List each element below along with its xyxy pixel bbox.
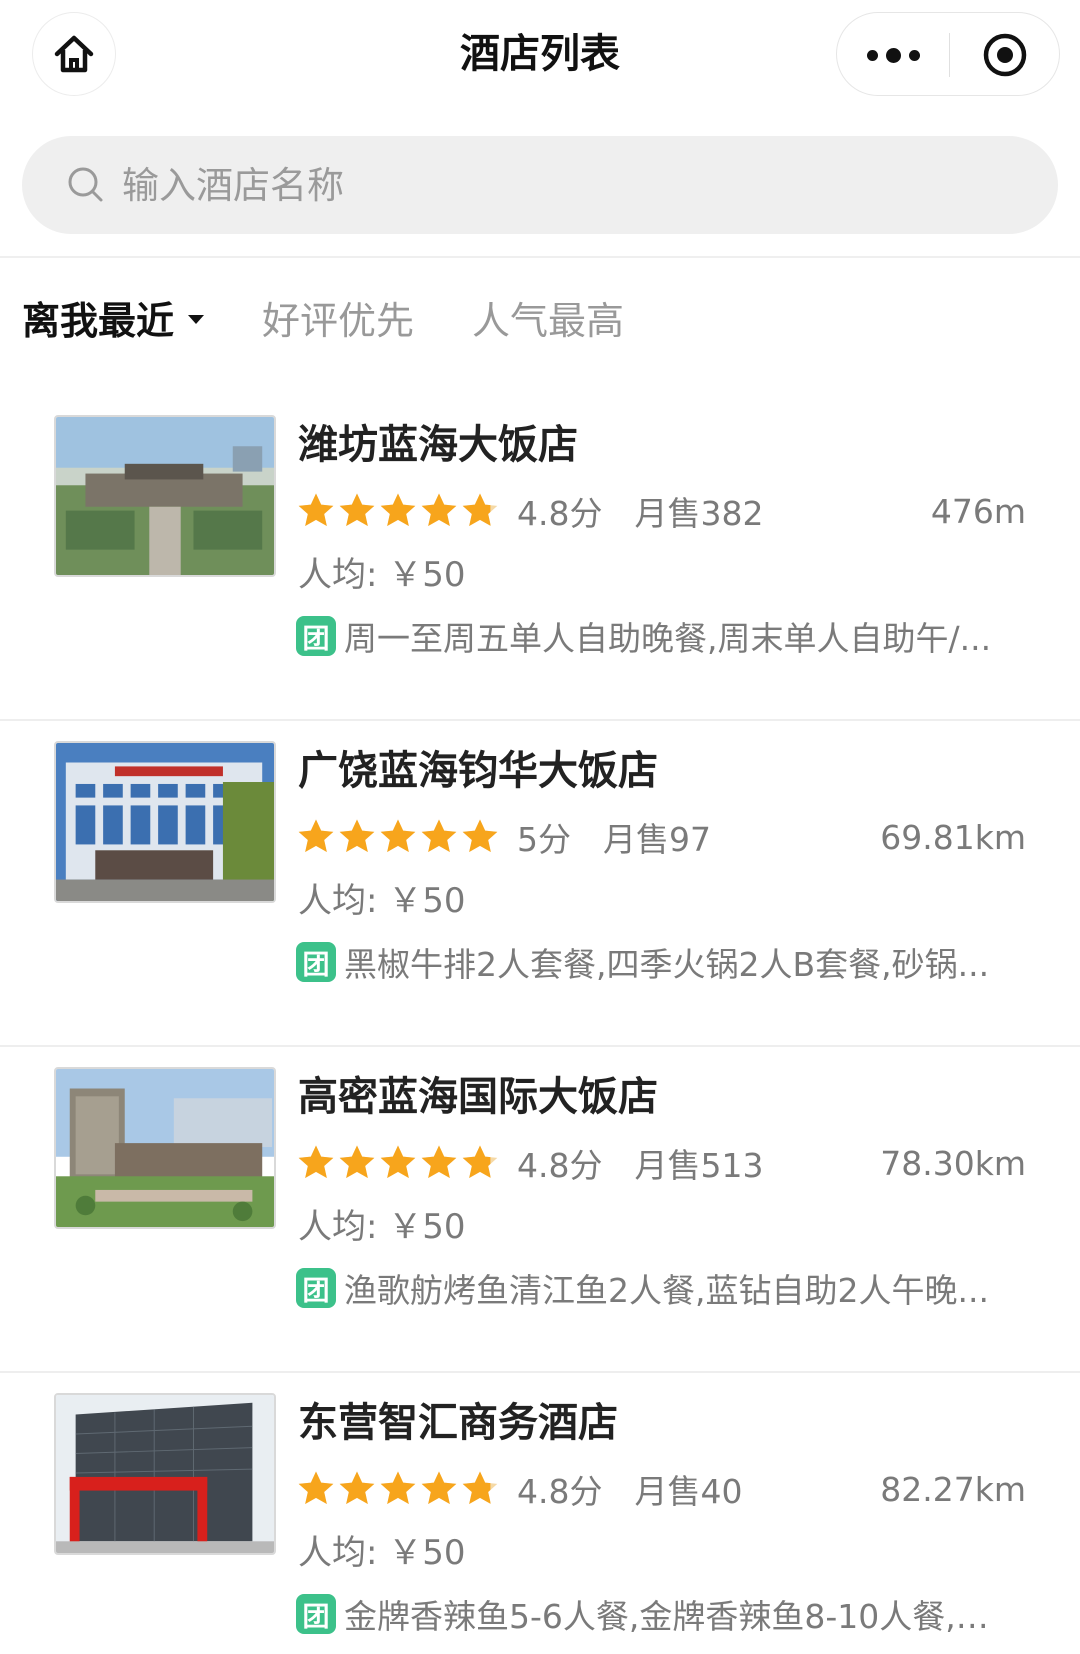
monthly-sales: 月售382 <box>634 494 764 533</box>
hotel-meta-row: 4.8分 月售40 82.27km <box>296 1467 1026 1511</box>
monthly-sales: 月售513 <box>634 1146 764 1185</box>
group-deal: 团 渔歌舫烤鱼清江鱼2人餐,蓝钻自助2人午晚... <box>296 1265 1016 1311</box>
star-rating <box>296 1469 501 1509</box>
star-icon <box>421 1145 457 1178</box>
mini-program-capsule <box>836 12 1060 96</box>
hotel-list: 潍坊蓝海大饭店 4.8分 月售382 476m 人均: ￥50 团 周一至周五单… <box>0 395 1080 1654</box>
more-dots-icon <box>866 49 878 61</box>
hotel-score: 4.8分 <box>517 494 603 533</box>
hotel-photo <box>54 1067 276 1229</box>
distance: 476m <box>930 491 1026 531</box>
search-input[interactable] <box>122 163 1002 207</box>
hotel-list-item[interactable]: 高密蓝海国际大饭店 4.8分 月售513 78.30km 人均: ￥50 团 渔… <box>0 1047 1080 1373</box>
star-icon <box>298 493 334 526</box>
average-price: 人均: ￥50 <box>298 1207 466 1247</box>
star-icon <box>339 1145 375 1178</box>
hotel-meta-row: 5分 月售97 69.81km <box>296 815 1026 859</box>
deal-description: 黑椒牛排2人套餐,四季火锅2人B套餐,砂锅... <box>344 945 990 984</box>
group-deal: 团 周一至周五单人自助晚餐,周末单人自助午/... <box>296 613 1016 659</box>
hotel-score: 4.8分 <box>517 1472 603 1511</box>
tab-top-rated[interactable]: 好评优先 <box>262 290 414 345</box>
star-icon <box>380 819 416 852</box>
star-icon <box>298 819 334 852</box>
nav-bar: 酒店列表 <box>0 0 1080 112</box>
tab-most-popular[interactable]: 人气最高 <box>472 290 624 345</box>
deal-description: 金牌香辣鱼5-6人餐,金牌香辣鱼8-10人餐,炒... <box>344 1597 1014 1636</box>
more-button[interactable] <box>837 13 949 97</box>
hotel-meta-row: 4.8分 月售513 78.30km <box>296 1141 1026 1185</box>
caret-down-icon <box>188 314 205 324</box>
tab-nearest[interactable]: 离我最近 <box>22 290 205 345</box>
deal-description: 周一至周五单人自助晚餐,周末单人自助午/... <box>344 619 992 658</box>
average-price: 人均: ￥50 <box>298 555 466 595</box>
star-icon <box>339 819 375 852</box>
group-buy-badge: 团 <box>296 1594 336 1634</box>
close-mini-program-button[interactable] <box>949 13 1061 97</box>
star-icon <box>380 1471 416 1504</box>
deal-description: 渔歌舫烤鱼清江鱼2人餐,蓝钻自助2人午晚... <box>344 1271 989 1310</box>
hotel-score: 5分 <box>517 820 571 859</box>
hotel-list-item[interactable]: 潍坊蓝海大饭店 4.8分 月售382 476m 人均: ￥50 团 周一至周五单… <box>0 395 1080 721</box>
search-icon <box>66 165 106 205</box>
distance: 78.30km <box>880 1143 1026 1183</box>
search-bar <box>22 136 1058 234</box>
star-icon <box>298 1471 334 1504</box>
sort-tabs: 离我最近 好评优先 人气最高 <box>22 284 682 350</box>
star-icon <box>462 819 498 852</box>
hotel-name: 东营智汇商务酒店 <box>298 1400 618 1446</box>
tab-label: 人气最高 <box>472 298 625 343</box>
hotel-photo <box>54 415 276 577</box>
group-deal: 团 黑椒牛排2人套餐,四季火锅2人B套餐,砂锅... <box>296 939 1016 985</box>
distance: 82.27km <box>880 1469 1026 1509</box>
star-icon <box>380 1145 416 1178</box>
average-price: 人均: ￥50 <box>298 1533 466 1573</box>
star-icon <box>298 1145 334 1178</box>
star-icon <box>339 1471 375 1504</box>
hotel-name: 广饶蓝海钧华大饭店 <box>298 748 658 794</box>
group-deal: 团 金牌香辣鱼5-6人餐,金牌香辣鱼8-10人餐,炒... <box>296 1591 1016 1637</box>
divider <box>0 256 1080 258</box>
star-icon <box>462 1145 498 1178</box>
star-rating <box>296 491 501 531</box>
star-icon <box>421 1471 457 1504</box>
hotel-name: 潍坊蓝海大饭店 <box>298 422 578 468</box>
average-price: 人均: ￥50 <box>298 881 466 921</box>
star-icon <box>339 493 375 526</box>
monthly-sales: 月售40 <box>634 1472 743 1511</box>
distance: 69.81km <box>880 817 1026 857</box>
star-icon <box>462 493 498 526</box>
star-rating <box>296 1143 501 1183</box>
star-icon <box>380 493 416 526</box>
hotel-score: 4.8分 <box>517 1146 603 1185</box>
target-icon <box>983 33 1027 77</box>
group-buy-badge: 团 <box>296 1268 336 1308</box>
hotel-meta-row: 4.8分 月售382 476m <box>296 489 1026 533</box>
hotel-photo <box>54 1393 276 1555</box>
hotel-list-item[interactable]: 广饶蓝海钧华大饭店 5分 月售97 69.81km 人均: ￥50 团 黑椒牛排… <box>0 721 1080 1047</box>
tab-label: 好评优先 <box>262 298 415 343</box>
hotel-name: 高密蓝海国际大饭店 <box>298 1074 658 1120</box>
star-icon <box>462 1471 498 1504</box>
monthly-sales: 月售97 <box>603 820 711 859</box>
hotel-photo <box>54 741 276 903</box>
group-buy-badge: 团 <box>296 942 336 982</box>
tab-label: 离我最近 <box>22 298 175 343</box>
star-icon <box>421 493 457 526</box>
star-rating <box>296 817 501 857</box>
hotel-list-item[interactable]: 东营智汇商务酒店 4.8分 月售40 82.27km 人均: ￥50 团 金牌香… <box>0 1373 1080 1654</box>
group-buy-badge: 团 <box>296 616 336 656</box>
star-icon <box>421 819 457 852</box>
